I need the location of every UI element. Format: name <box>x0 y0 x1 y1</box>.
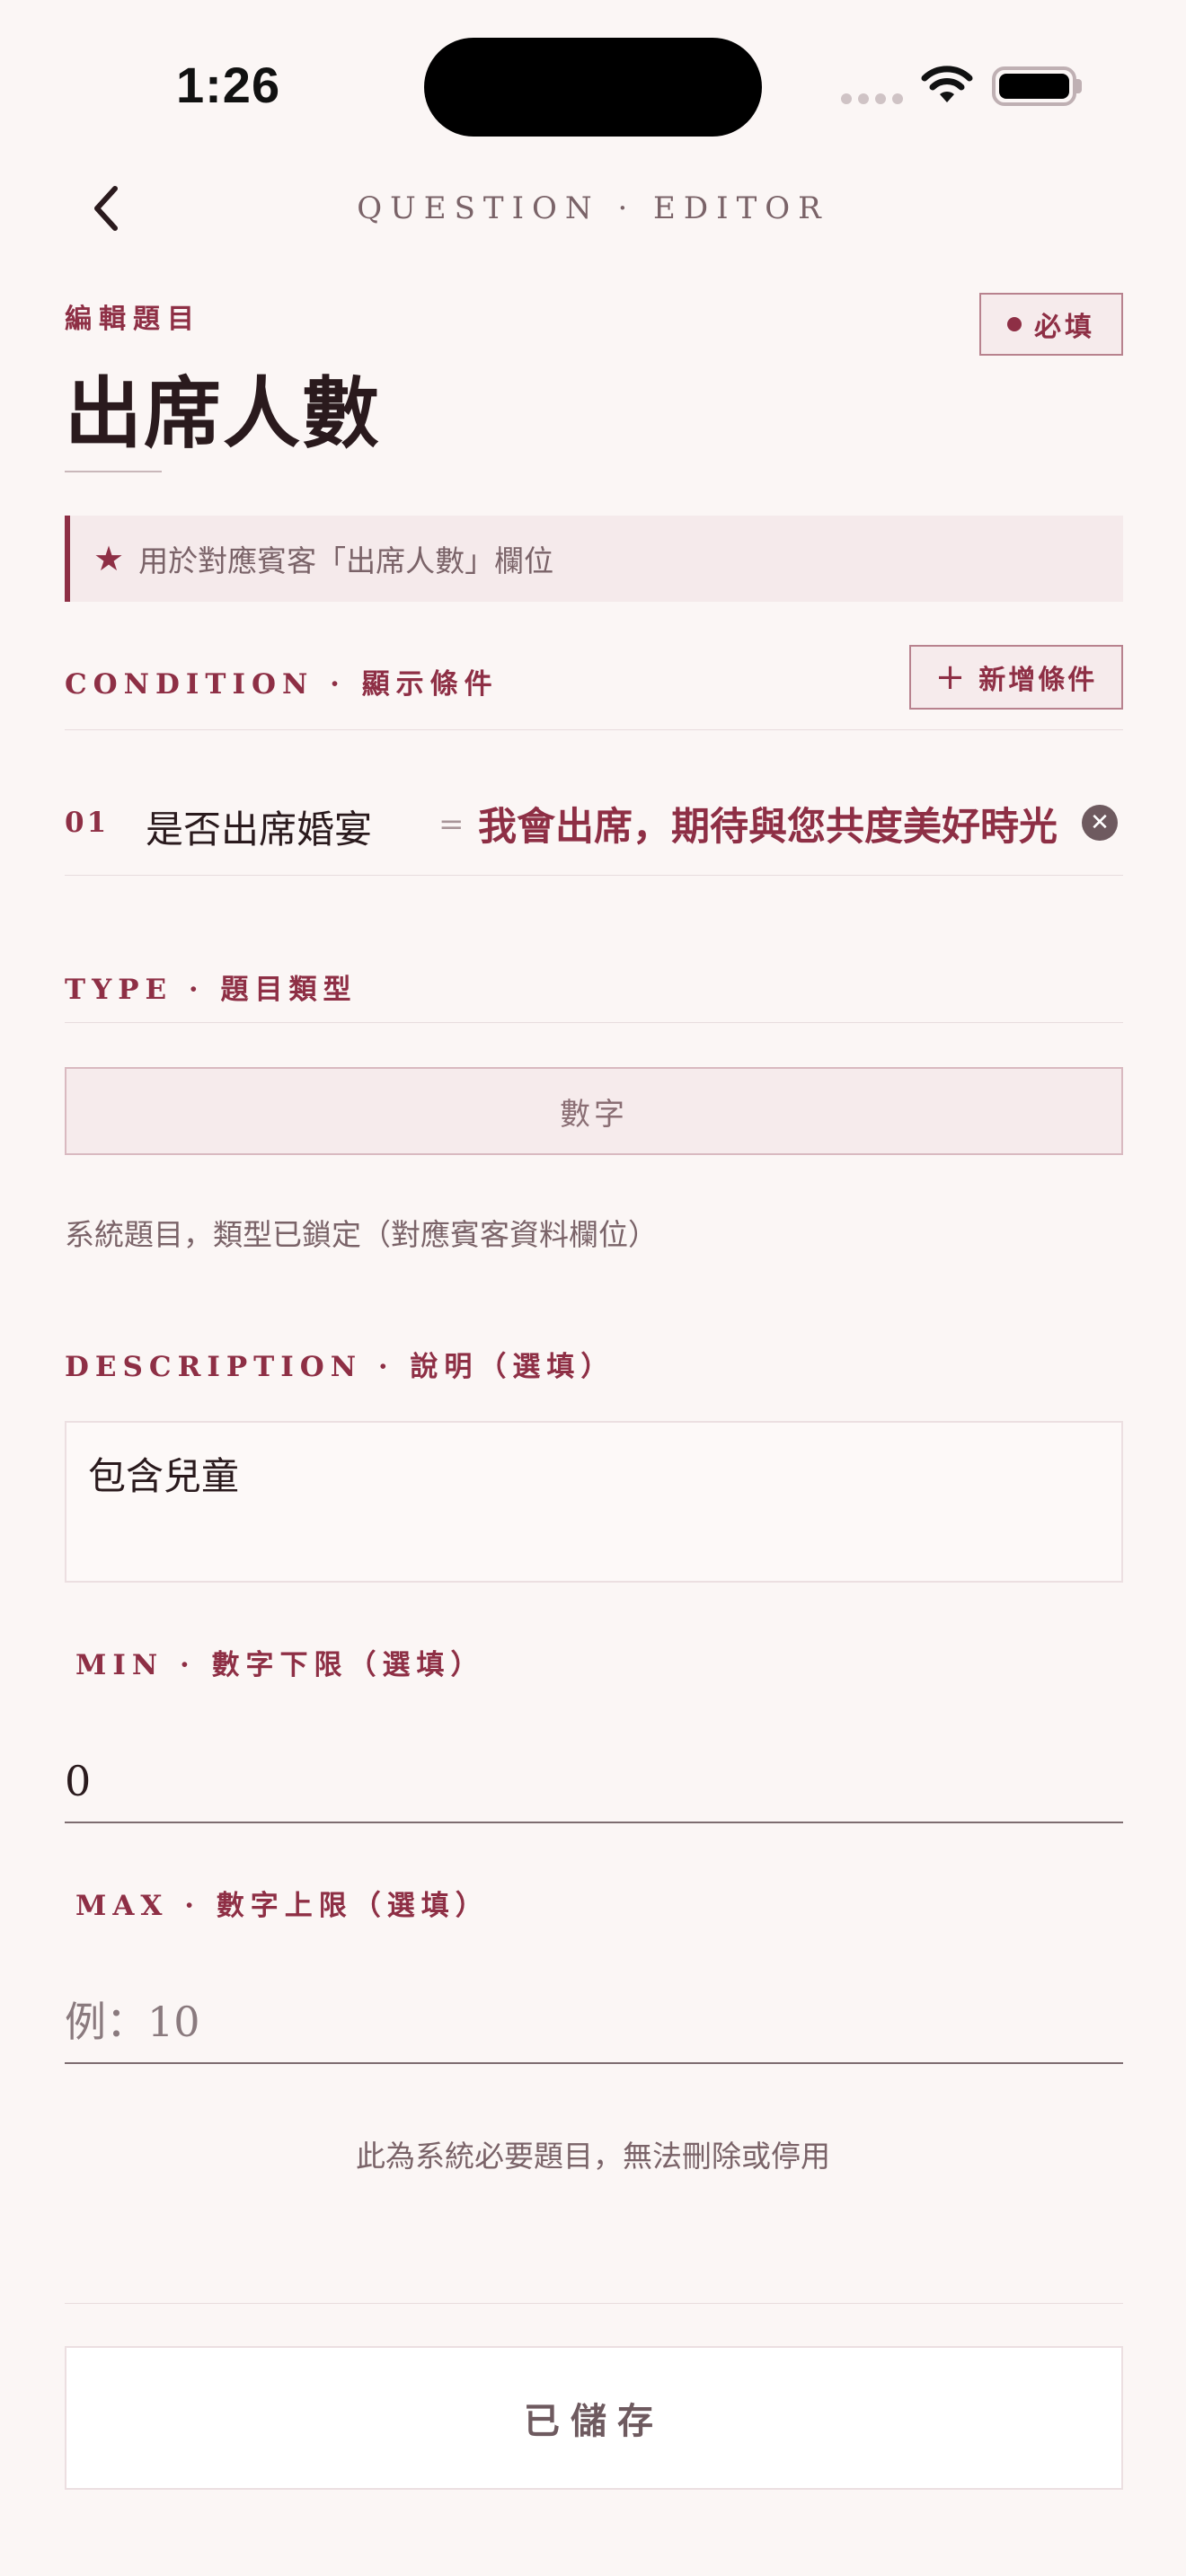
divider <box>65 729 1123 730</box>
star-icon: ★ <box>93 539 125 578</box>
cellular-signal-icon <box>841 93 903 104</box>
eyebrow-label: 編輯題目 <box>65 304 201 335</box>
max-section-label: MAX · 數字上限（選填） <box>75 1890 490 1922</box>
description-textarea[interactable]: 包含兒童 <box>65 1421 1123 1583</box>
required-badge[interactable]: 必填 <box>979 293 1123 356</box>
type-section-label: TYPE · 題目類型 <box>65 974 358 1006</box>
title-divider <box>65 471 162 472</box>
field-mapping-note: ★ 用於對應賓客「出席人數」欄位 <box>65 516 1123 602</box>
wifi-icon <box>921 66 973 102</box>
divider <box>65 875 1123 876</box>
type-select[interactable]: 數字 <box>65 1067 1123 1155</box>
status-time: 1:26 <box>176 57 281 113</box>
condition-index: 01 <box>65 807 110 839</box>
battery-tip <box>1076 79 1082 93</box>
nav-title: QUESTION · EDITOR <box>357 190 829 226</box>
save-button[interactable]: 已儲存 <box>65 2346 1123 2490</box>
dynamic-island <box>424 38 762 137</box>
note-text: 用於對應賓客「出席人數」欄位 <box>138 543 554 578</box>
condition-question[interactable]: 是否出席婚宴 <box>146 799 372 854</box>
system-question-note: 此為系統必要題目，無法刪除或停用 <box>356 2139 830 2174</box>
add-condition-label: 新增條件 <box>978 665 1098 696</box>
required-label: 必填 <box>1034 312 1095 343</box>
min-input[interactable] <box>65 1741 1123 1823</box>
max-input[interactable] <box>65 1981 1123 2064</box>
condition-operator: = <box>438 807 465 842</box>
divider <box>65 1022 1123 1023</box>
condition-answer[interactable]: 我會出席，期待與您共度美好時光 <box>478 796 1058 851</box>
description-section-label: DESCRIPTION · 說明（選填） <box>65 1351 615 1383</box>
type-locked-hint: 系統題目，類型已鎖定（對應賓客資料欄位） <box>65 1217 658 1252</box>
divider <box>65 2303 1123 2304</box>
battery-icon <box>992 66 1076 106</box>
required-dot-icon <box>1007 317 1022 331</box>
remove-condition-icon[interactable]: ✕ <box>1082 805 1118 841</box>
min-section-label: MIN · 數字下限（選填） <box>75 1649 485 1681</box>
page-title: 出席人數 <box>65 368 381 459</box>
condition-section-label: CONDITION · 顯示條件 <box>65 668 499 701</box>
plus-icon: + <box>934 657 969 698</box>
add-condition-button[interactable]: + 新增條件 <box>909 645 1123 710</box>
